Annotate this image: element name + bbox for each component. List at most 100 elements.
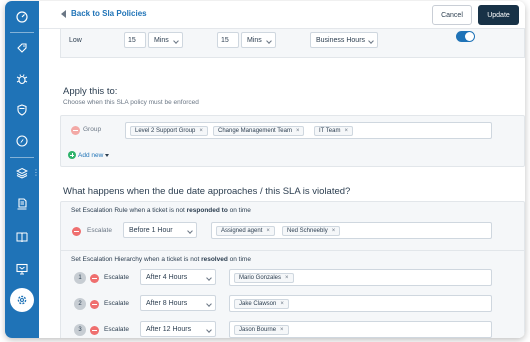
resolution-rule-title: Set Escalation Hierarchy when a ticket i… [71,256,251,263]
respond-unit-value: Mins [154,37,169,44]
respond-unit-select[interactable]: Mins [148,32,183,48]
close-icon[interactable]: × [199,128,203,134]
resolve-unit-value: Mins [247,37,262,44]
group-tag: Change Management Team × [213,126,305,136]
level-agent-input[interactable]: Jake Clawson × [229,295,492,312]
chevron-down-icon [206,275,212,281]
close-icon[interactable]: × [296,128,300,134]
plus-icon [68,151,76,159]
add-new-condition-button[interactable]: Add new [68,151,110,159]
layers-icon[interactable] [12,163,32,183]
violation-section-title: What happens when the due date approache… [63,186,351,197]
resolution-rule-suffix: on time [227,256,251,263]
tag-label: Ned Schneebly [287,228,328,234]
tag-label: Change Management Team [218,128,292,134]
conditions-box: Group Level 2 Support Group × Change Mana… [60,115,525,167]
tag-label: IT Team [319,128,341,134]
level-timing-value: After 4 Hours [146,274,188,281]
resolution-rule-emphasis: resolved [201,256,228,263]
resolution-rule-prefix: Set Escalation Hierarchy when a ticket i… [71,256,202,263]
sidebar-divider [10,157,34,158]
book-icon[interactable] [12,227,32,247]
close-icon[interactable]: × [280,327,284,333]
remove-condition-icon[interactable] [71,126,80,135]
apply-section-title: Apply this to: [63,86,118,97]
response-rule-title: Set Escalation Rule when a ticket is not… [71,207,251,214]
chevron-down-icon [266,38,272,44]
level-timing-select[interactable]: After 12 Hours [140,321,216,337]
priority-label: Low [69,37,82,44]
group-tag: Level 2 Support Group × [130,126,208,136]
escalate-label: Escalate [104,274,129,281]
sidebar-divider [10,32,34,33]
caret-down-icon [105,153,110,157]
monitor-icon[interactable] [12,259,32,279]
chevron-down-icon [187,228,193,234]
close-icon[interactable]: × [280,301,284,307]
admin-gear-icon[interactable] [10,288,34,312]
level-timing-select[interactable]: After 8 Hours [140,295,216,311]
tag-label: Mario Gonzales [239,275,282,281]
tag-label: Assigned agent [221,228,263,234]
dashboard-gauge-icon[interactable] [12,7,32,27]
level-agent-input[interactable]: Mario Gonzales × [229,269,492,286]
close-icon[interactable]: × [332,228,336,234]
group-tags-input[interactable]: Level 2 Support Group × Change Management… [125,122,492,139]
response-rule-suffix: on time [227,207,251,214]
resolve-within-input[interactable]: 15 [217,32,239,48]
chevron-down-icon [206,301,212,307]
close-icon[interactable]: × [285,275,289,281]
response-agents-input[interactable]: Assigned agent × Ned Schneebly × [211,222,492,239]
level-agent-input[interactable]: Jason Bourne × [229,321,492,338]
top-bar: Back to Sla Policies Cancel Update [39,1,525,29]
response-timing-select[interactable]: Before 1 Hour [123,222,197,238]
tag-label: Jake Clawson [239,301,277,307]
chevron-down-icon [368,38,374,44]
hours-type-value: Business Hours [316,37,366,44]
escalation-box: Set Escalation Rule when a ticket is not… [60,201,525,338]
level-timing-value: After 8 Hours [146,300,188,307]
remove-response-rule-icon[interactable] [72,227,81,236]
remove-level-icon[interactable] [90,274,99,283]
resolve-unit-select[interactable]: Mins [241,32,276,48]
hours-type-select[interactable]: Business Hours [310,32,378,48]
group-tag: IT Team × [314,126,353,136]
close-icon[interactable]: × [344,128,348,134]
response-rule-prefix: Set Escalation Rule when a ticket is not [71,207,187,214]
escalate-label: Escalate [87,227,112,234]
escalate-label: Escalate [104,326,129,333]
agent-tag: Jake Clawson × [234,299,289,309]
back-link[interactable]: Back to Sla Policies [61,9,147,18]
priority-row-low: Low 15 Mins 15 Mins Business Hours [60,29,525,58]
condition-label: Group [83,126,102,133]
add-new-label: Add new [78,151,104,159]
cancel-button[interactable]: Cancel [432,5,472,25]
app-window: ⋮ Back to Sla Policies Cancel Update Low… [5,1,525,338]
escalate-label: Escalate [104,300,129,307]
agent-tag: Assigned agent × [216,226,275,236]
level-timing-value: After 12 Hours [146,326,192,333]
close-icon[interactable]: × [266,228,270,234]
shield-icon[interactable] [12,100,32,120]
level-number-badge: 3 [74,324,86,336]
apply-section-subtitle: Choose when this SLA policy must be enfo… [63,99,199,106]
remove-level-icon[interactable] [90,300,99,309]
main-content: Low 15 Mins 15 Mins Business Hours Apply… [39,29,525,338]
respond-within-input[interactable]: 15 [124,32,146,48]
bug-icon[interactable] [12,69,32,89]
back-arrow-icon [61,9,66,18]
level-number-badge: 1 [74,272,86,284]
toggle-knob [465,32,474,41]
escalation-toggle[interactable] [456,31,475,42]
document-icon[interactable] [12,194,32,214]
level-timing-select[interactable]: After 4 Hours [140,269,216,285]
response-timing-value: Before 1 Hour [129,227,173,234]
tag-icon[interactable] [12,38,32,58]
agent-tag: Mario Gonzales × [234,273,294,283]
remove-level-icon[interactable] [90,326,99,335]
chevron-down-icon [206,327,212,333]
compass-icon[interactable] [12,131,32,151]
response-rule-emphasis: responded to [186,207,228,214]
update-button[interactable]: Update [478,5,519,25]
tag-label: Level 2 Support Group [135,128,196,134]
